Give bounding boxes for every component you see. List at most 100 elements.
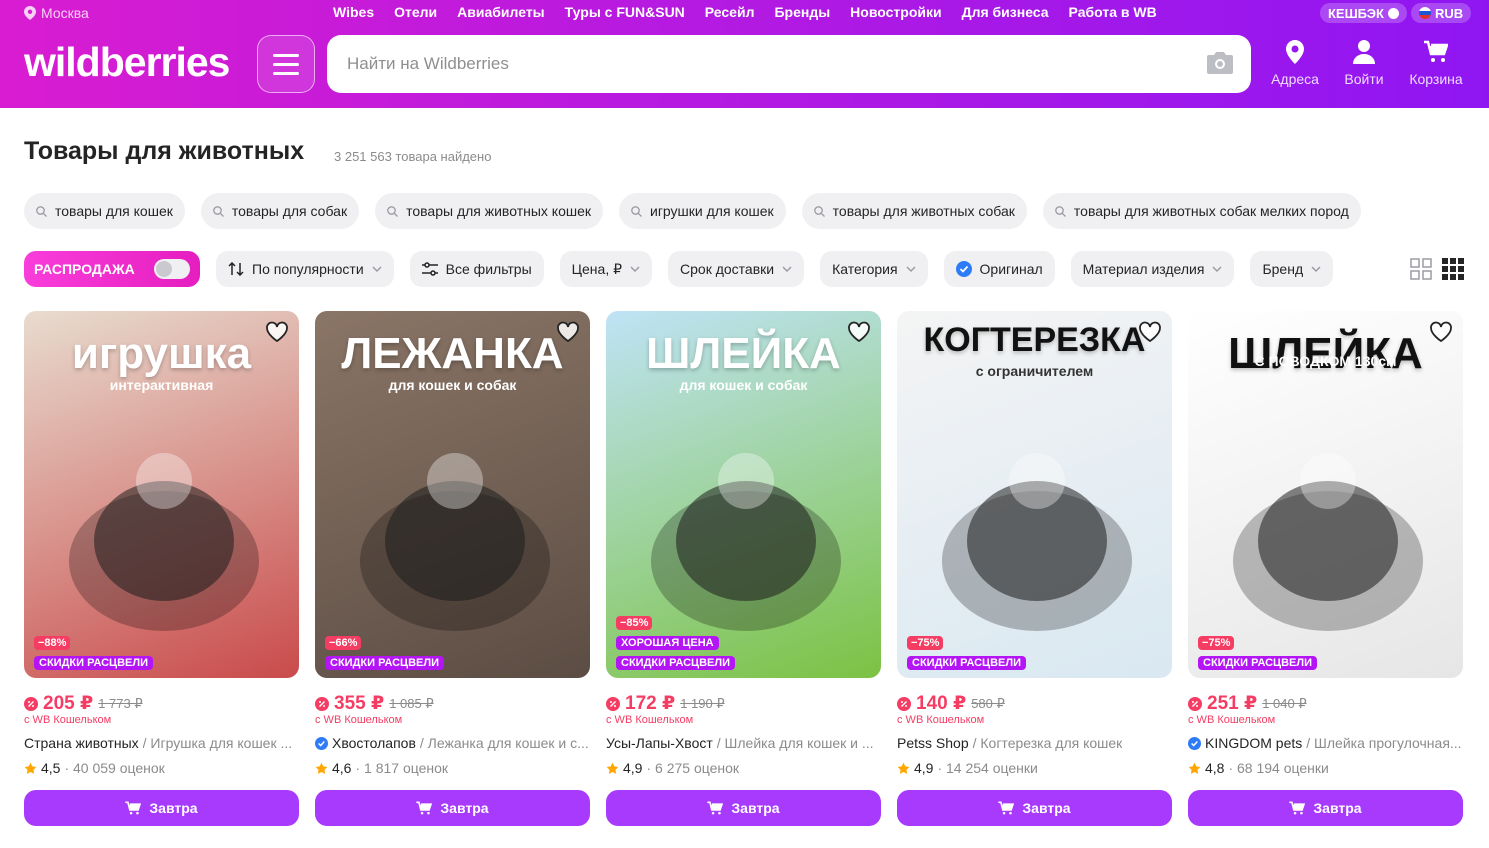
category-filter[interactable]: Категория — [820, 251, 928, 287]
reviews-count: · 40 059 оценок — [64, 760, 165, 776]
search-bar — [327, 35, 1251, 93]
toggle-switch[interactable] — [154, 259, 190, 279]
city-selector[interactable]: Москва — [24, 5, 89, 21]
current-price: 205 ₽ — [43, 693, 94, 714]
product-name[interactable]: Страна животных / Игрушка для кошек ... — [24, 735, 299, 751]
cashback-button[interactable]: КЕШБЭК — [1320, 3, 1407, 23]
chevron-down-icon — [1212, 266, 1222, 273]
discount-badge: −75% — [907, 636, 944, 650]
image-title: ШЛЕЙКА — [646, 329, 841, 378]
price-filter-label: Цена, ₽ — [571, 260, 623, 277]
nav-resale[interactable]: Ресейл — [705, 4, 755, 20]
nav-new-buildings[interactable]: Новостройки — [850, 4, 941, 20]
add-to-cart-button[interactable]: Завтра — [897, 790, 1172, 826]
favorite-heart-icon[interactable] — [1138, 321, 1162, 343]
product-grid: игрушка интерактивная −88% СКИДКИ РАСЦВЕ… — [24, 311, 1463, 826]
product-image[interactable]: игрушка интерактивная −88% СКИДКИ РАСЦВЕ… — [24, 311, 299, 678]
logo[interactable]: wildberries — [24, 39, 230, 86]
search-icon — [813, 205, 825, 217]
suggestion-label: товары для кошек — [55, 203, 173, 219]
wallet-discount-icon — [606, 696, 620, 711]
suggestion-chip[interactable]: товары для животных собак — [801, 193, 1027, 229]
menu-button[interactable] — [257, 35, 315, 93]
nav-flights[interactable]: Авиабилеты — [457, 4, 545, 20]
brand-name: KINGDOM pets — [1205, 735, 1303, 751]
addresses-button[interactable]: Адреса — [1260, 40, 1330, 87]
currency-selector[interactable]: RUB — [1411, 3, 1472, 23]
brand-filter[interactable]: Бренд — [1250, 251, 1334, 287]
price-filter[interactable]: Цена, ₽ — [559, 251, 653, 287]
view-switcher — [1410, 258, 1464, 280]
chevron-down-icon — [1311, 266, 1321, 273]
product-card[interactable]: ШЛЕЙКА для кошек и собак −85% ХОРОШАЯ ЦЕ… — [606, 311, 881, 826]
current-price: 172 ₽ — [625, 693, 676, 714]
suggestion-label: товары для собак — [231, 203, 348, 219]
image-title: ЛЕЖАНКА — [341, 329, 564, 378]
add-to-cart-button[interactable]: Завтра — [24, 790, 299, 826]
rating-value: 4,9 — [914, 760, 934, 776]
cart-button[interactable]: Корзина — [1401, 40, 1471, 87]
sale-toggle[interactable]: РАСПРОДАЖА — [24, 251, 200, 287]
star-icon — [315, 762, 328, 774]
image-subtitle: С ПОВОДКОМ 130см — [1254, 353, 1397, 369]
rating-value: 4,5 — [41, 760, 61, 776]
product-title: / Шлейка для кошек и ... — [716, 735, 874, 751]
product-card[interactable]: ШЛЕЙКА С ПОВОДКОМ 130см −75% СКИДКИ РАСЦ… — [1188, 311, 1463, 826]
add-to-cart-button[interactable]: Завтра — [1188, 790, 1463, 826]
camera-search-icon[interactable] — [1207, 52, 1233, 74]
product-image[interactable]: ШЛЕЙКА для кошек и собак −85% ХОРОШАЯ ЦЕ… — [606, 311, 881, 678]
cashback-label: КЕШБЭК — [1328, 5, 1384, 21]
nav-jobs[interactable]: Работа в WB — [1069, 4, 1157, 20]
product-image[interactable]: ШЛЕЙКА С ПОВОДКОМ 130см −75% СКИДКИ РАСЦ… — [1188, 311, 1463, 678]
all-filters-button[interactable]: Все фильтры — [409, 251, 544, 287]
suggestion-chip[interactable]: игрушки для кошек — [619, 193, 786, 229]
favorite-heart-icon[interactable] — [847, 321, 871, 343]
product-name[interactable]: Усы-Лапы-Хвост / Шлейка для кошек и ... — [606, 735, 881, 751]
nav-hotels[interactable]: Отели — [394, 4, 437, 20]
suggestion-chip[interactable]: товары для животных кошек — [375, 193, 603, 229]
grid-large-icon[interactable] — [1410, 258, 1432, 280]
material-filter[interactable]: Материал изделия — [1070, 251, 1235, 287]
nav-brands[interactable]: Бренды — [774, 4, 830, 20]
delivery-filter[interactable]: Срок доставки — [668, 251, 805, 287]
discount-badge: −85% — [616, 616, 653, 630]
suggestion-chip[interactable]: товары для собак — [200, 193, 360, 229]
suggestion-chip[interactable]: товары для животных собак мелких пород — [1042, 193, 1361, 229]
delivery-label: Завтра — [440, 800, 489, 816]
product-name[interactable]: KINGDOM pets / Шлейка прогулочная... — [1188, 735, 1463, 751]
favorite-heart-icon[interactable] — [1429, 321, 1453, 343]
product-name[interactable]: Хвостолапов / Лежанка для кошек и с... — [315, 735, 590, 751]
nav-business[interactable]: Для бизнеса — [962, 4, 1049, 20]
all-filters-label: Все фильтры — [445, 261, 532, 277]
add-to-cart-button[interactable]: Завтра — [315, 790, 590, 826]
brand-name: Хвостолапов — [332, 735, 416, 751]
star-icon — [606, 762, 619, 774]
wallet-note: с WB Кошельком — [315, 714, 403, 726]
suggestion-label: игрушки для кошек — [650, 203, 774, 219]
rating-value: 4,6 — [332, 760, 352, 776]
nav-tours[interactable]: Туры с FUN&SUN — [565, 4, 685, 20]
login-button[interactable]: Войти — [1329, 40, 1399, 87]
star-icon — [24, 762, 37, 774]
favorite-heart-icon[interactable] — [265, 321, 289, 343]
original-filter[interactable]: Оригинал — [943, 251, 1055, 287]
cart-icon — [1424, 40, 1448, 62]
cart-icon — [125, 801, 142, 815]
favorite-heart-icon[interactable] — [556, 321, 580, 343]
location-pin-icon — [24, 6, 36, 20]
search-icon — [387, 205, 399, 217]
product-card[interactable]: КОГТЕРЕЗКА с ограничителем −75% СКИДКИ Р… — [897, 311, 1172, 826]
grid-small-icon[interactable] — [1442, 258, 1464, 280]
product-image[interactable]: КОГТЕРЕЗКА с ограничителем −75% СКИДКИ Р… — [897, 311, 1172, 678]
nav-wibes[interactable]: Wibes — [333, 4, 374, 20]
sort-dropdown[interactable]: По популярности — [216, 251, 394, 287]
old-price: 580 ₽ — [971, 695, 1005, 711]
search-input[interactable] — [327, 35, 1187, 93]
product-image[interactable]: ЛЕЖАНКА для кошек и собак −66% СКИДКИ РА… — [315, 311, 590, 678]
product-card[interactable]: игрушка интерактивная −88% СКИДКИ РАСЦВЕ… — [24, 311, 299, 826]
product-name[interactable]: Petss Shop / Когтерезка для кошек — [897, 735, 1172, 751]
add-to-cart-button[interactable]: Завтра — [606, 790, 881, 826]
suggestion-chip[interactable]: товары для кошек — [24, 193, 185, 229]
product-card[interactable]: ЛЕЖАНКА для кошек и собак −66% СКИДКИ РА… — [315, 311, 590, 826]
price-block: 205 ₽ 1 773 ₽ — [24, 692, 143, 715]
